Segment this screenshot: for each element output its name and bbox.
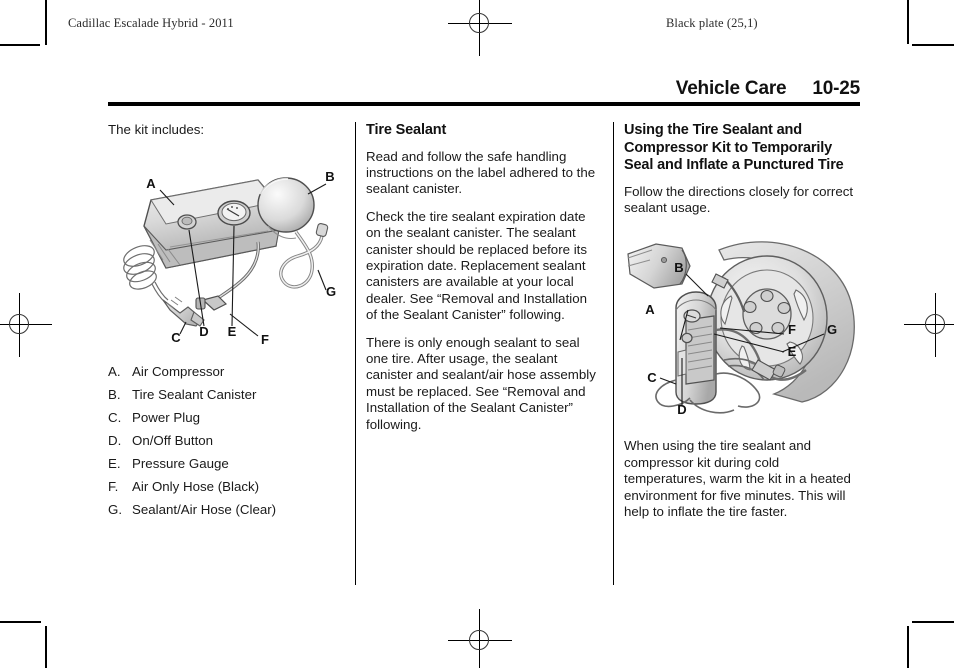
column-divider-right bbox=[613, 122, 614, 585]
legend-item-label: Power Plug bbox=[132, 410, 200, 426]
wheel-callout-b: B bbox=[674, 260, 683, 275]
legend-item-key: F. bbox=[108, 478, 119, 494]
legend-item-key: A. bbox=[108, 364, 121, 380]
legend-item-label: On/Off Button bbox=[132, 433, 214, 449]
crop-mark-bottom-right-vertical bbox=[907, 626, 909, 668]
legend-item-key: B. bbox=[108, 387, 121, 403]
manual-page: Cadillac Escalade Hybrid - 2011 Black pl… bbox=[0, 0, 954, 668]
wheel-callout-f: F bbox=[788, 322, 796, 337]
paragraph-expiration-date: Check the tire sealant expiration date o… bbox=[366, 208, 588, 323]
figure-callout-g: G bbox=[326, 284, 336, 299]
legend-item-key: C. bbox=[108, 410, 122, 426]
legend-item: C. Power Plug bbox=[108, 410, 340, 426]
registration-mark-bottom-center bbox=[448, 609, 512, 668]
paragraph-follow-directions: Follow the directions closely for correc… bbox=[624, 183, 854, 215]
heading-using-the-kit: Using the Tire Sealant and Compressor Ki… bbox=[624, 122, 844, 173]
figure-callout-a: A bbox=[146, 176, 156, 191]
kit-connected-to-wheel-illustration: B A C D F E G bbox=[627, 241, 855, 417]
page-title: Vehicle Care bbox=[675, 78, 787, 99]
legend-item-label: Air Compressor bbox=[132, 364, 225, 380]
crop-mark-bottom-left-vertical bbox=[45, 626, 47, 668]
legend-item: E. Pressure Gauge bbox=[108, 456, 340, 472]
wheel-callout-a: A bbox=[645, 302, 655, 317]
column-divider-left bbox=[355, 122, 356, 585]
legend-item: G. Sealant/Air Hose (Clear) bbox=[108, 502, 340, 518]
legend-item: F. Air Only Hose (Black) bbox=[108, 479, 340, 495]
crop-mark-bottom-left-horizontal bbox=[0, 621, 41, 623]
figure-kit-connected-to-wheel: B A C D F E G bbox=[624, 234, 864, 424]
legend-item-label: Pressure Gauge bbox=[132, 456, 229, 472]
figure-callout-b: B bbox=[325, 169, 334, 184]
figure-callout-c: C bbox=[171, 330, 181, 345]
crop-mark-top-left-horizontal bbox=[0, 44, 40, 46]
legend-item: B. Tire Sealant Canister bbox=[108, 387, 340, 403]
crop-mark-top-right-vertical bbox=[907, 0, 909, 44]
slug-vehicle-model: Cadillac Escalade Hybrid - 2011 bbox=[68, 16, 234, 30]
paragraph-cold-temperatures: When using the tire sealant and compress… bbox=[624, 438, 851, 519]
column-middle: Tire Sealant Read and follow the safe ha… bbox=[366, 122, 598, 433]
legend-item: D. On/Off Button bbox=[108, 433, 340, 449]
legend-item-label: Tire Sealant Canister bbox=[132, 387, 257, 403]
legend-item-label: Air Only Hose (Black) bbox=[132, 478, 260, 494]
figure-callout-f: F bbox=[261, 332, 269, 347]
figure-callout-d: D bbox=[199, 324, 208, 339]
column-left: The kit includes: A B C D E F G A. Air C… bbox=[108, 122, 340, 525]
heading-tire-sealant: Tire Sealant bbox=[366, 122, 447, 138]
wheel-callout-c: C bbox=[647, 370, 657, 385]
kit-parts-legend: A. Air Compressor B. Tire Sealant Canister C… bbox=[108, 364, 340, 518]
crop-mark-bottom-right-horizontal bbox=[912, 621, 954, 623]
paragraph-single-use: There is only enough sealant to seal one… bbox=[366, 334, 596, 432]
wheel-callout-g: G bbox=[827, 322, 837, 337]
wheel-callout-e: E bbox=[788, 344, 797, 359]
tire-sealant-compressor-kit-illustration: A B C D E F G bbox=[123, 169, 336, 347]
legend-item-label: Sealant/Air Hose (Clear) bbox=[132, 501, 277, 517]
three-column-body: The kit includes: A B C D E F G A. Air C… bbox=[0, 122, 954, 588]
wheel-callout-d: D bbox=[677, 402, 686, 417]
registration-mark-top-center bbox=[448, 0, 512, 56]
kit-includes-intro: The kit includes: bbox=[108, 122, 205, 137]
legend-item-key: G. bbox=[108, 501, 123, 517]
legend-item-key: E. bbox=[108, 456, 121, 472]
slug-black-plate: Black plate (25,1) bbox=[666, 16, 758, 30]
figure-callout-e: E bbox=[228, 324, 237, 339]
column-right: Using the Tire Sealant and Compressor Ki… bbox=[624, 122, 864, 520]
legend-item: A. Air Compressor bbox=[108, 364, 340, 380]
crop-mark-top-right-horizontal bbox=[912, 44, 954, 46]
figure-compressor-kit: A B C D E F G bbox=[108, 150, 340, 350]
crop-mark-top-left-vertical bbox=[45, 0, 47, 45]
page-number-badge: 10-25 bbox=[812, 78, 860, 99]
header-rule bbox=[108, 102, 860, 106]
paragraph-safe-handling: Read and follow the safe handling instru… bbox=[366, 148, 596, 197]
legend-item-key: D. bbox=[108, 433, 122, 449]
